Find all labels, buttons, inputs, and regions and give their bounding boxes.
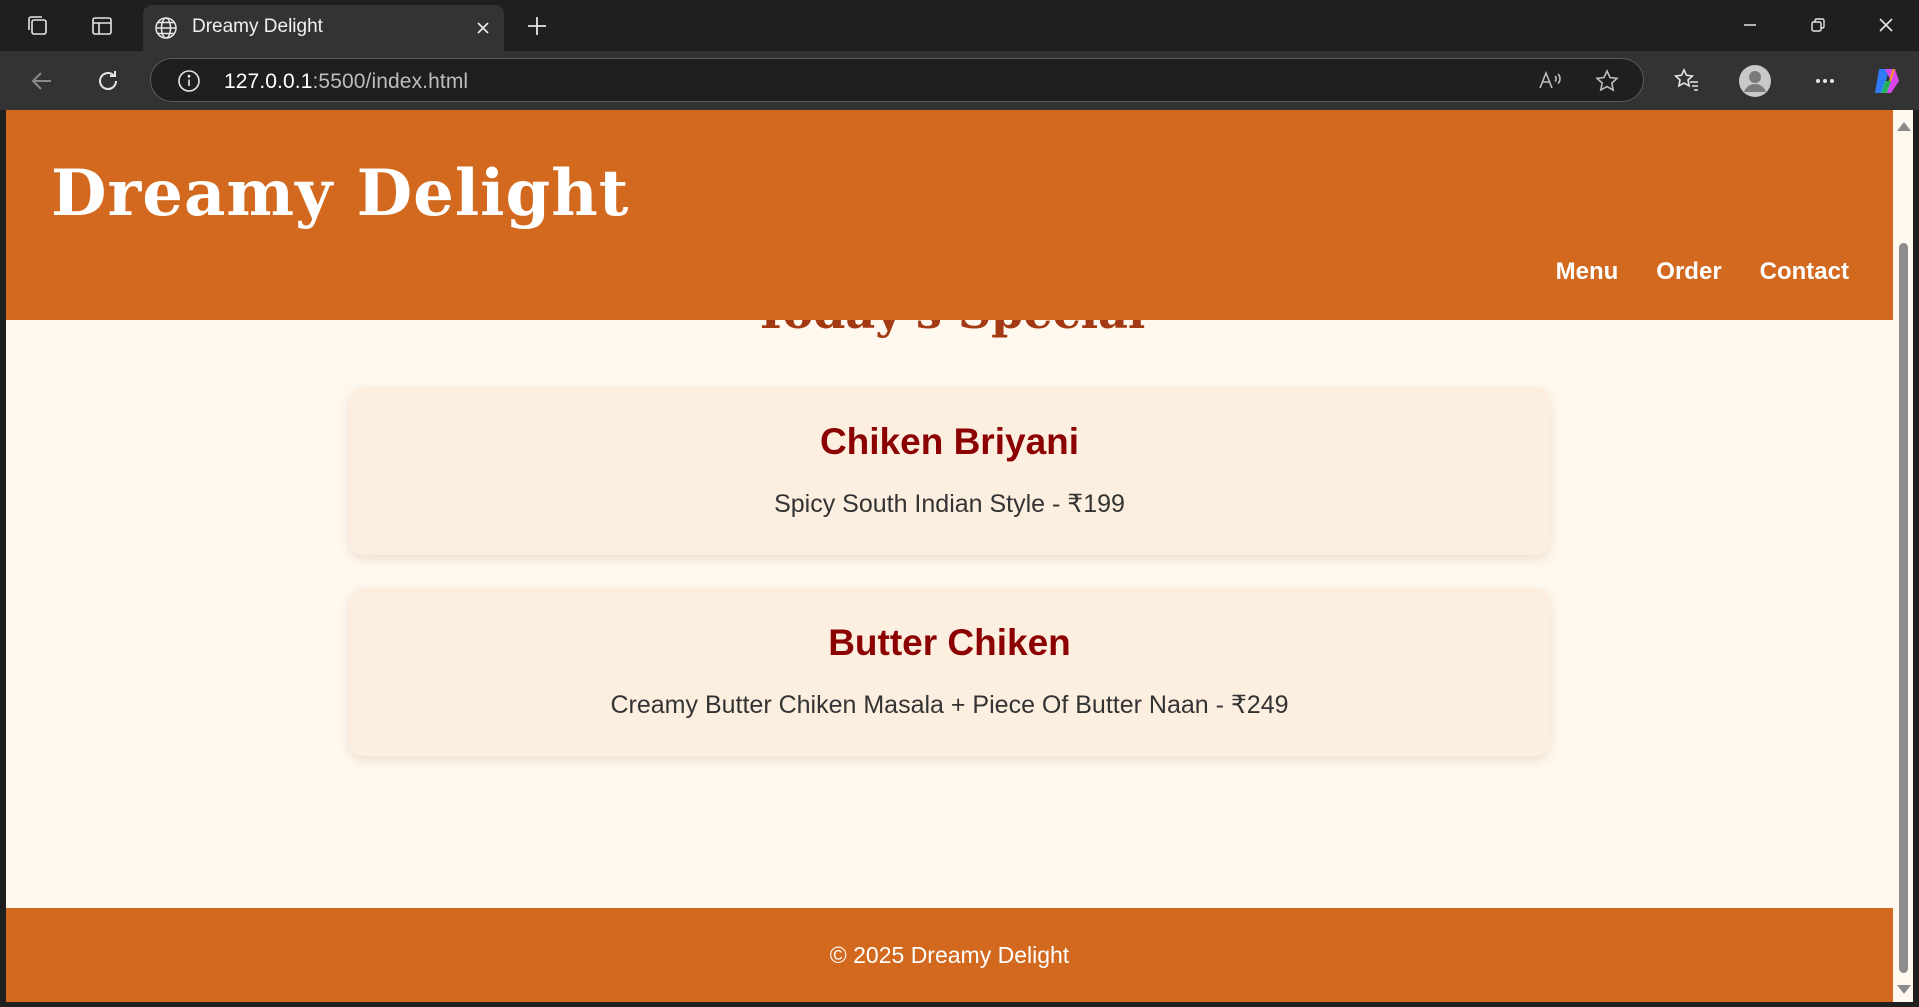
active-tab[interactable]: Dreamy Delight [143,5,504,51]
url-host: 127.0.0.1 [224,70,313,93]
main-nav: Menu Order Contact [1556,258,1849,286]
favorite-star-icon[interactable] [1594,68,1620,99]
reload-icon[interactable] [88,61,128,101]
tab-title: Dreamy Delight [192,16,323,37]
special-card: Butter Chiken Creamy Butter Chiken Masal… [349,588,1550,756]
url-text: 127.0.0.1:5500/index.html [224,70,468,94]
restore-icon[interactable] [1790,6,1846,44]
page-viewport: Today's Special Dreamy Delight Menu Orde… [6,110,1893,1002]
favorites-icon[interactable] [1667,61,1707,101]
site-footer: © 2025 Dreamy Delight [6,908,1893,1002]
site-header: Dreamy Delight Menu Order Contact [6,110,1893,320]
back-icon[interactable] [22,61,62,101]
close-window-icon[interactable] [1858,6,1914,44]
scroll-up-arrow-icon[interactable] [1897,122,1911,131]
globe-icon [153,15,179,41]
browser-tab-bar: Dreamy Delight [0,0,1919,51]
copilot-icon[interactable] [1867,61,1907,101]
url-path: :5500/index.html [312,70,469,93]
workspaces-icon[interactable] [20,8,56,44]
nav-order[interactable]: Order [1656,258,1721,286]
more-options-icon[interactable] [1805,61,1845,101]
read-aloud-icon[interactable] [1537,68,1563,99]
special-card: Chiken Briyani Spicy South Indian Style … [349,387,1550,555]
minimize-icon[interactable] [1722,6,1778,44]
scroll-thumb[interactable] [1899,243,1908,973]
special-description: Spicy South Indian Style - ₹199 [774,490,1125,518]
site-title: Dreamy Delight [51,156,630,231]
nav-contact[interactable]: Contact [1760,258,1849,286]
site-info-icon[interactable] [177,69,201,98]
address-bar[interactable]: 127.0.0.1:5500/index.html [150,58,1644,102]
footer-copyright: © 2025 Dreamy Delight [829,942,1070,968]
special-name: Chiken Briyani [819,421,1080,462]
nav-menu[interactable]: Menu [1556,258,1619,286]
profile-avatar-icon[interactable] [1735,61,1775,101]
tab-actions-icon[interactable] [84,8,120,44]
special-description: Creamy Butter Chiken Masala + Piece Of B… [610,691,1289,719]
special-name: Butter Chiken [828,622,1071,663]
new-tab-icon[interactable] [519,8,555,44]
scroll-down-arrow-icon[interactable] [1897,985,1911,994]
vertical-scrollbar[interactable] [1893,110,1913,1002]
browser-toolbar: 127.0.0.1:5500/index.html [0,51,1919,110]
close-tab-icon[interactable] [472,17,494,39]
